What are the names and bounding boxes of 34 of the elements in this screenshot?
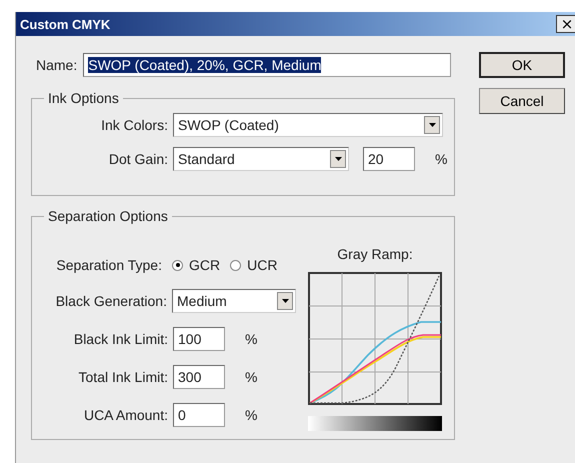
unit-label: % <box>245 369 258 385</box>
field-label: Black Generation: <box>54 293 167 309</box>
radio-label[interactable]: UCR <box>247 257 278 273</box>
field-label: Ink Colors: <box>100 117 168 133</box>
window-title: Custom CMYK <box>19 16 110 32</box>
number-field[interactable]: 0 <box>173 403 225 427</box>
caret-icon <box>428 123 436 127</box>
dot-gain-field[interactable]: 20 <box>363 147 415 171</box>
field-label: Black Ink Limit: <box>72 331 168 347</box>
caret-icon <box>334 157 342 161</box>
field-label: Dot Gain: <box>108 151 168 167</box>
field-label: UCA Amount: <box>82 407 168 423</box>
ink-colors-dropdown[interactable]: SWOP (Coated) <box>173 113 443 137</box>
radio-button[interactable] <box>230 260 242 270</box>
group-title: Separation Options <box>47 208 169 224</box>
unit-label: % <box>435 151 448 167</box>
unit-label: % <box>245 331 258 347</box>
radio-button[interactable] <box>172 260 183 270</box>
close-button[interactable]: × <box>556 15 575 33</box>
generation-dropdown[interactable]: Medium <box>172 289 296 313</box>
unit-label: % <box>245 407 258 423</box>
dot-gain-dropdown[interactable]: Standard <box>173 147 349 171</box>
field-label: Total Ink Limit: <box>78 369 168 385</box>
radio-label[interactable]: GCR <box>189 257 220 273</box>
dialog-button[interactable]: Cancel <box>479 88 565 114</box>
number-field[interactable]: 100 <box>173 327 225 351</box>
group-title: Ink Options <box>47 90 120 106</box>
name-label: Name: <box>36 57 78 73</box>
field-label: Separation Type: <box>55 257 162 273</box>
caret-icon <box>282 299 288 303</box>
name-field[interactable]: SWOP (Coated), 20%, GCR, Medium <box>83 53 452 77</box>
ramp-label: Gray Ramp: <box>337 246 413 262</box>
dialog-button[interactable]: OK <box>479 52 565 78</box>
number-field[interactable]: 300 <box>173 365 225 389</box>
